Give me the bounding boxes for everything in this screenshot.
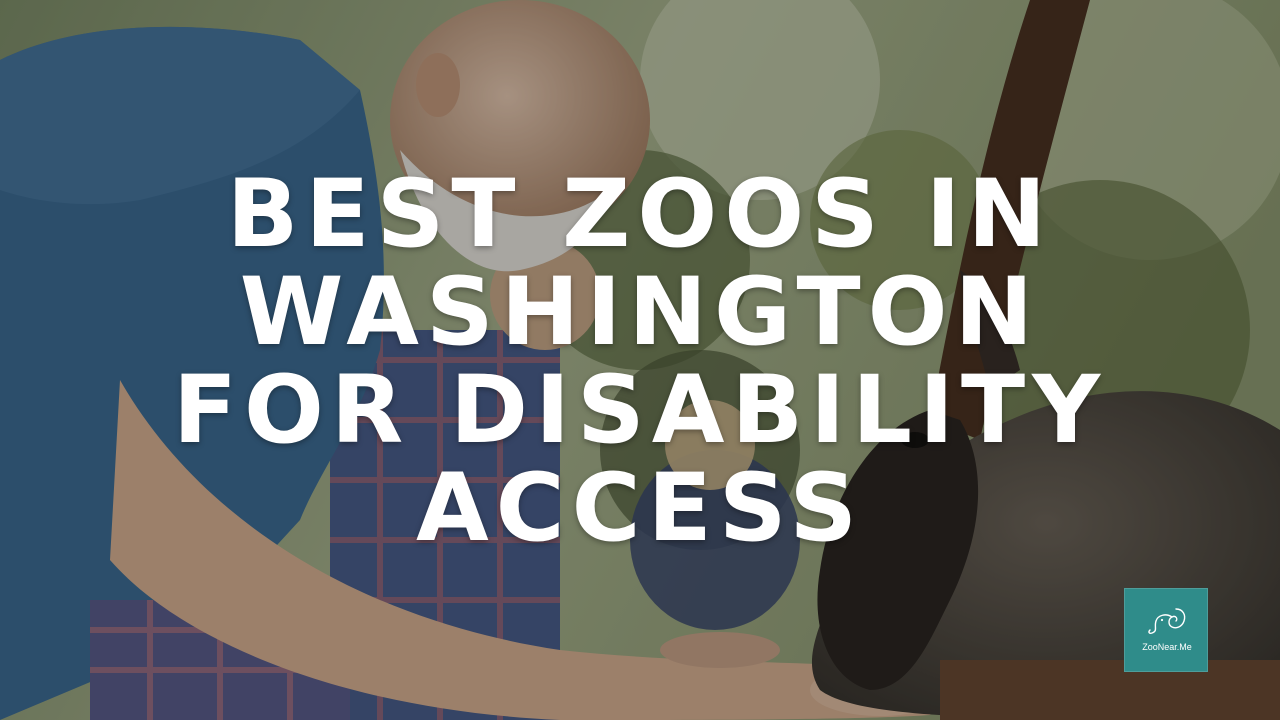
headline-line-2: WASHINGTON <box>239 258 1041 367</box>
headline-line-3: FOR DISABILITY <box>172 356 1108 465</box>
elephant-icon <box>1148 608 1186 634</box>
headline: BEST ZOOS IN WASHINGTON FOR DISABILITY A… <box>0 166 1280 558</box>
zoonear-logo: ZooNear.Me <box>1124 588 1208 672</box>
logo-text: ZooNear.Me <box>1142 642 1192 652</box>
headline-line-1: BEST ZOOS IN <box>226 160 1054 269</box>
headline-line-4: ACCESS <box>415 454 865 563</box>
hero-banner: BEST ZOOS IN WASHINGTON FOR DISABILITY A… <box>0 0 1280 720</box>
